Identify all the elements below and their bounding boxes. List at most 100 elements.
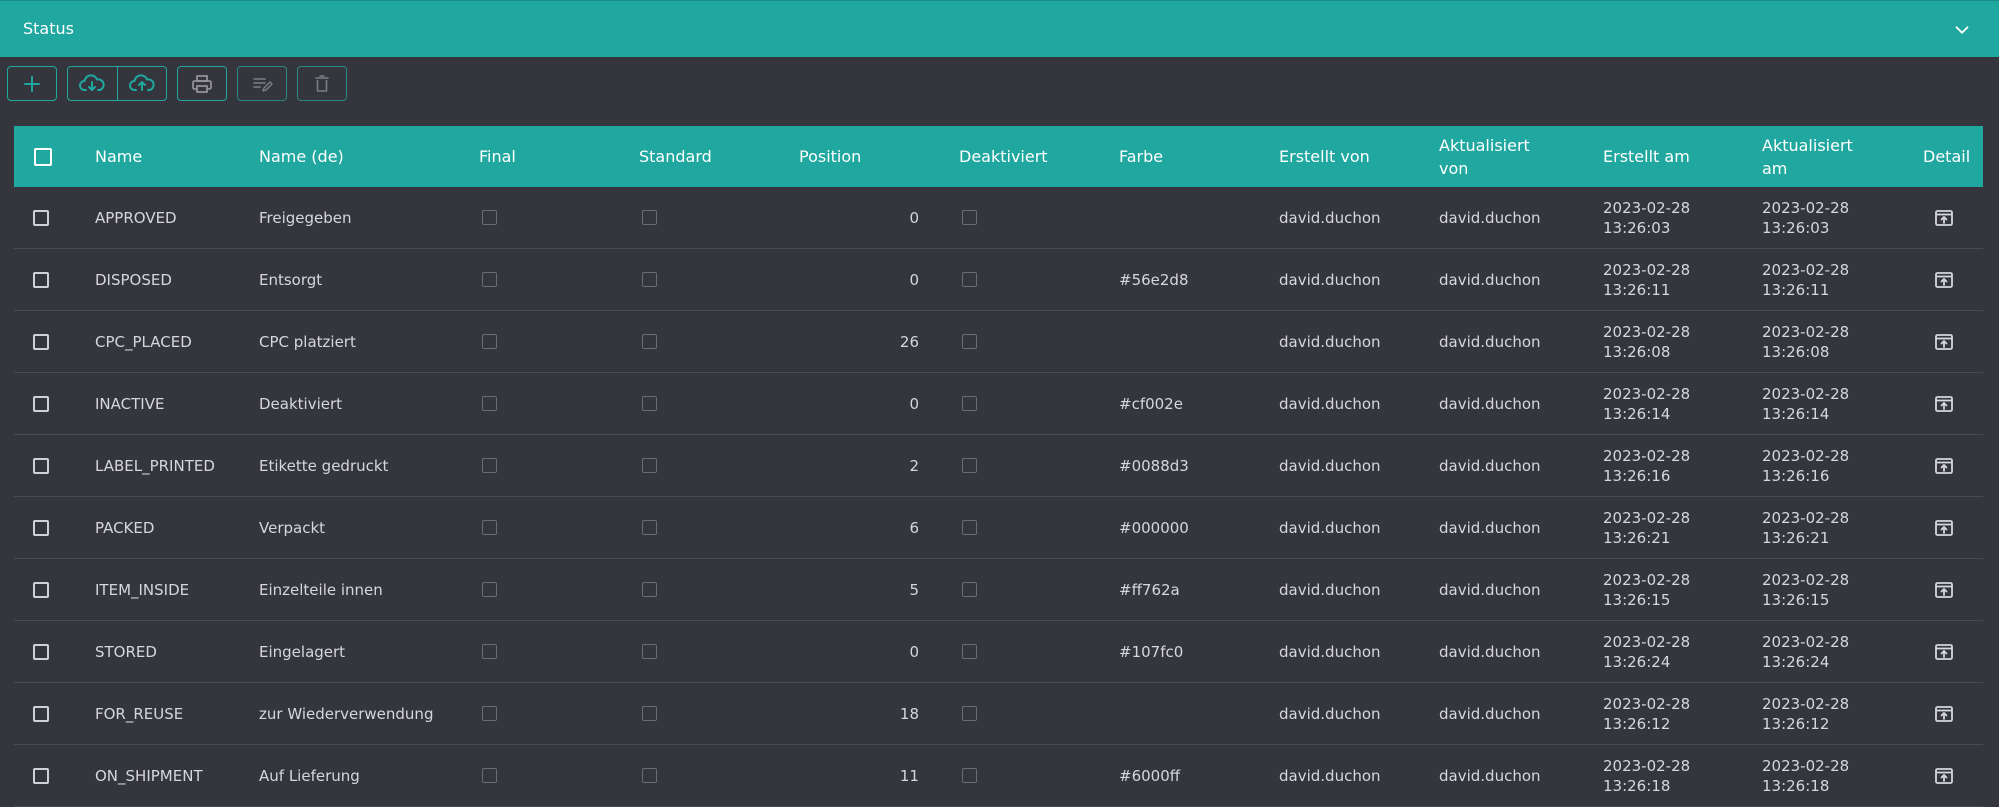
table-row[interactable]: FOR_REUSE zur Wiederverwendung 18 david.…: [14, 683, 1983, 745]
row-checkbox[interactable]: [33, 435, 49, 496]
chevron-down-icon[interactable]: [1951, 19, 1973, 41]
color-value: #6000ff: [1119, 766, 1181, 785]
col-final[interactable]: Final: [479, 126, 516, 187]
created-by: david.duchon: [1279, 270, 1381, 289]
final-checkbox[interactable]: [482, 683, 497, 744]
detail-button[interactable]: [1934, 311, 1954, 372]
toolbar: [0, 66, 1999, 101]
position-value: 6: [909, 518, 919, 537]
standard-checkbox[interactable]: [642, 435, 657, 496]
final-checkbox[interactable]: [482, 435, 497, 496]
deactivated-checkbox[interactable]: [962, 497, 977, 558]
final-checkbox[interactable]: [482, 745, 497, 806]
final-checkbox[interactable]: [482, 621, 497, 682]
final-checkbox[interactable]: [482, 187, 497, 248]
col-deactivated[interactable]: Deaktiviert: [959, 126, 1048, 187]
col-name-de[interactable]: Name (de): [259, 126, 344, 187]
edit-button[interactable]: [237, 66, 287, 101]
detail-button[interactable]: [1934, 683, 1954, 744]
table-row[interactable]: ON_SHIPMENT Auf Lieferung 11 #6000ff dav…: [14, 745, 1983, 807]
deactivated-checkbox[interactable]: [962, 683, 977, 744]
row-checkbox[interactable]: [33, 745, 49, 806]
standard-checkbox[interactable]: [642, 497, 657, 558]
detail-button[interactable]: [1934, 559, 1954, 620]
table-row[interactable]: STORED Eingelagert 0 #107fc0 david.ducho…: [14, 621, 1983, 683]
position-value: 0: [909, 208, 919, 227]
updated-by: david.duchon: [1439, 208, 1541, 227]
updated-by: david.duchon: [1439, 394, 1541, 413]
final-checkbox[interactable]: [482, 497, 497, 558]
created-at: 2023-02-28 13:26:03: [1603, 198, 1691, 237]
col-color[interactable]: Farbe: [1119, 126, 1163, 187]
deactivated-checkbox[interactable]: [962, 621, 977, 682]
table-row[interactable]: CPC_PLACED CPC platziert 26 david.duchon…: [14, 311, 1983, 373]
col-name[interactable]: Name: [95, 126, 142, 187]
deactivated-checkbox[interactable]: [962, 435, 977, 496]
final-checkbox[interactable]: [482, 249, 497, 310]
detail-button[interactable]: [1934, 497, 1954, 558]
table-row[interactable]: INACTIVE Deaktiviert 0 #cf002e david.duc…: [14, 373, 1983, 435]
status-name: ITEM_INSIDE: [95, 580, 190, 599]
deactivated-checkbox[interactable]: [962, 559, 977, 620]
final-checkbox[interactable]: [482, 311, 497, 372]
col-updated-by[interactable]: Aktualisiert von: [1439, 126, 1530, 187]
table-row[interactable]: ITEM_INSIDE Einzelteile innen 5 #ff762a …: [14, 559, 1983, 621]
col-standard[interactable]: Standard: [639, 126, 712, 187]
created-by: david.duchon: [1279, 394, 1381, 413]
created-by: david.duchon: [1279, 518, 1381, 537]
row-checkbox[interactable]: [33, 497, 49, 558]
status-name-de: Einzelteile innen: [259, 580, 383, 599]
status-name: INACTIVE: [95, 394, 165, 413]
standard-checkbox[interactable]: [642, 559, 657, 620]
standard-checkbox[interactable]: [642, 311, 657, 372]
standard-checkbox[interactable]: [642, 683, 657, 744]
deactivated-checkbox[interactable]: [962, 373, 977, 434]
deactivated-checkbox[interactable]: [962, 249, 977, 310]
detail-button[interactable]: [1934, 249, 1954, 310]
delete-button[interactable]: [297, 66, 347, 101]
standard-checkbox[interactable]: [642, 745, 657, 806]
row-checkbox[interactable]: [33, 683, 49, 744]
table-row[interactable]: DISPOSED Entsorgt 0 #56e2d8 david.duchon…: [14, 249, 1983, 311]
final-checkbox[interactable]: [482, 373, 497, 434]
col-updated-at[interactable]: Aktualisiert am: [1762, 126, 1853, 187]
row-checkbox[interactable]: [33, 373, 49, 434]
standard-checkbox[interactable]: [642, 187, 657, 248]
col-created-at[interactable]: Erstellt am: [1603, 126, 1690, 187]
created-by: david.duchon: [1279, 580, 1381, 599]
trash-icon: [315, 74, 329, 92]
print-button[interactable]: [177, 66, 227, 101]
cloud-download-button[interactable]: [68, 67, 117, 100]
col-position[interactable]: Position: [799, 126, 861, 187]
detail-button[interactable]: [1934, 621, 1954, 682]
row-checkbox[interactable]: [33, 311, 49, 372]
final-checkbox[interactable]: [482, 559, 497, 620]
detail-button[interactable]: [1934, 187, 1954, 248]
standard-checkbox[interactable]: [642, 373, 657, 434]
detail-button[interactable]: [1934, 745, 1954, 806]
detail-button[interactable]: [1934, 435, 1954, 496]
row-checkbox[interactable]: [33, 249, 49, 310]
status-name-de: CPC platziert: [259, 332, 356, 351]
table-row[interactable]: LABEL_PRINTED Etikette gedruckt 2 #0088d…: [14, 435, 1983, 497]
table-row[interactable]: PACKED Verpackt 6 #000000 david.duchon d…: [14, 497, 1983, 559]
add-button[interactable]: [7, 66, 57, 101]
select-all-checkbox[interactable]: [34, 126, 52, 187]
updated-at: 2023-02-28 13:26:21: [1762, 508, 1850, 547]
created-by: david.duchon: [1279, 208, 1381, 227]
deactivated-checkbox[interactable]: [962, 187, 977, 248]
deactivated-checkbox[interactable]: [962, 311, 977, 372]
row-checkbox[interactable]: [33, 559, 49, 620]
table-row[interactable]: APPROVED Freigegeben 0 david.duchon davi…: [14, 187, 1983, 249]
standard-checkbox[interactable]: [642, 249, 657, 310]
open-detail-icon: [1935, 333, 1953, 350]
panel-header[interactable]: Status: [0, 0, 1999, 57]
detail-button[interactable]: [1934, 373, 1954, 434]
col-created-by[interactable]: Erstellt von: [1279, 126, 1370, 187]
row-checkbox[interactable]: [33, 621, 49, 682]
cloud-upload-button[interactable]: [116, 67, 167, 100]
updated-at: 2023-02-28 13:26:16: [1762, 446, 1850, 485]
row-checkbox[interactable]: [33, 187, 49, 248]
deactivated-checkbox[interactable]: [962, 745, 977, 806]
standard-checkbox[interactable]: [642, 621, 657, 682]
